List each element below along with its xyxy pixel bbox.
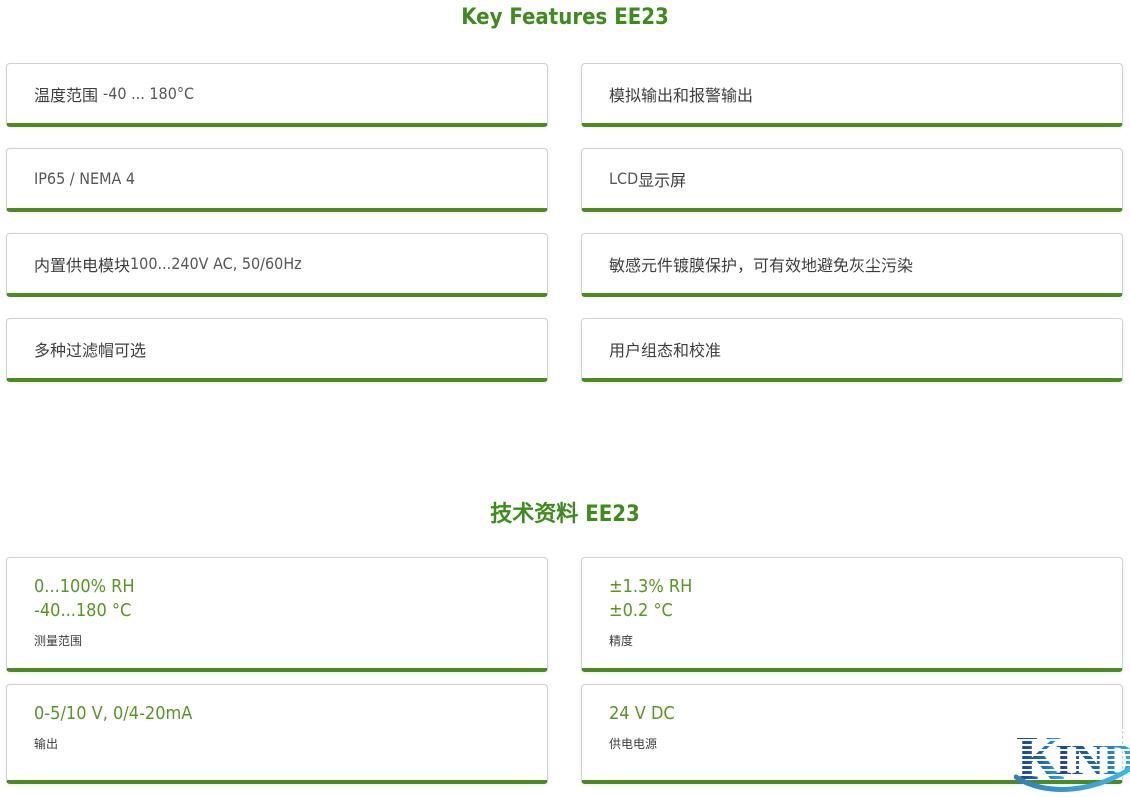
tech-value: ±1.3% RH	[609, 575, 1104, 599]
tech-value: 0...100% RH	[34, 575, 529, 599]
feature-text-zh: 内置供电模块	[34, 252, 130, 276]
tech-value: 0-5/10 V, 0/4-20mA	[34, 702, 529, 726]
feature-text-latin: -40 ... 180°C	[103, 84, 194, 103]
tech-title-model: EE23	[585, 502, 640, 527]
features-section-title: Key Features EE23	[0, 6, 1130, 30]
feature-card-lcd-display: LCD 显示屏	[581, 148, 1123, 212]
feature-text-zh: 温度范围	[34, 82, 98, 106]
tech-card-accuracy: ±1.3% RH ±0.2 °C 精度	[581, 557, 1123, 672]
tech-card-measuring-range: 0...100% RH -40...180 °C 测量范围	[6, 557, 548, 672]
feature-card-temperature-range: 温度范围 -40 ... 180°C	[6, 63, 548, 127]
feature-card-user-configuration: 用户组态和校准	[581, 318, 1123, 382]
feature-text-latin: LCD	[609, 169, 638, 188]
tech-label: 输出	[34, 735, 529, 752]
feature-text-zh: 显示屏	[638, 167, 686, 191]
tech-section-title: 技术资料 EE23	[0, 503, 1130, 527]
feature-card-filter-caps: 多种过滤帽可选	[6, 318, 548, 382]
feature-text-latin: 100...240V AC, 50/60Hz	[130, 254, 302, 273]
features-grid: 温度范围 -40 ... 180°C 模拟输出和报警输出 IP65 / NEMA…	[0, 63, 1130, 382]
tech-value: ±0.2 °C	[609, 599, 1104, 623]
feature-text-zh: 模拟输出和报警输出	[609, 82, 753, 106]
feature-card-analog-alarm-output: 模拟输出和报警输出	[581, 63, 1123, 127]
feature-text-zh: 多种过滤帽可选	[34, 337, 146, 361]
feature-text-latin: IP65 / NEMA 4	[34, 169, 135, 188]
tech-card-output: 0-5/10 V, 0/4-20mA 输出	[6, 684, 548, 784]
feature-card-sensor-coating: 敏感元件镀膜保护，可有效地避免灰尘污染	[581, 233, 1123, 297]
feature-card-power-module: 内置供电模块 100...240V AC, 50/60Hz	[6, 233, 548, 297]
tech-label: 测量范围	[34, 632, 529, 649]
kind-logo: K IND	[1014, 717, 1130, 795]
tech-title-zh: 技术资料	[490, 502, 578, 527]
page: Key Features EE23 温度范围 -40 ... 180°C 模拟输…	[0, 0, 1130, 784]
feature-text-zh: 用户组态和校准	[609, 337, 721, 361]
tech-label: 精度	[609, 632, 1104, 649]
tech-value: -40...180 °C	[34, 599, 529, 623]
feature-card-ip65-nema4: IP65 / NEMA 4	[6, 148, 548, 212]
tech-grid: 0...100% RH -40...180 °C 测量范围 ±1.3% RH ±…	[0, 557, 1130, 784]
feature-text-zh: 敏感元件镀膜保护，可有效地避免灰尘污染	[609, 252, 913, 276]
